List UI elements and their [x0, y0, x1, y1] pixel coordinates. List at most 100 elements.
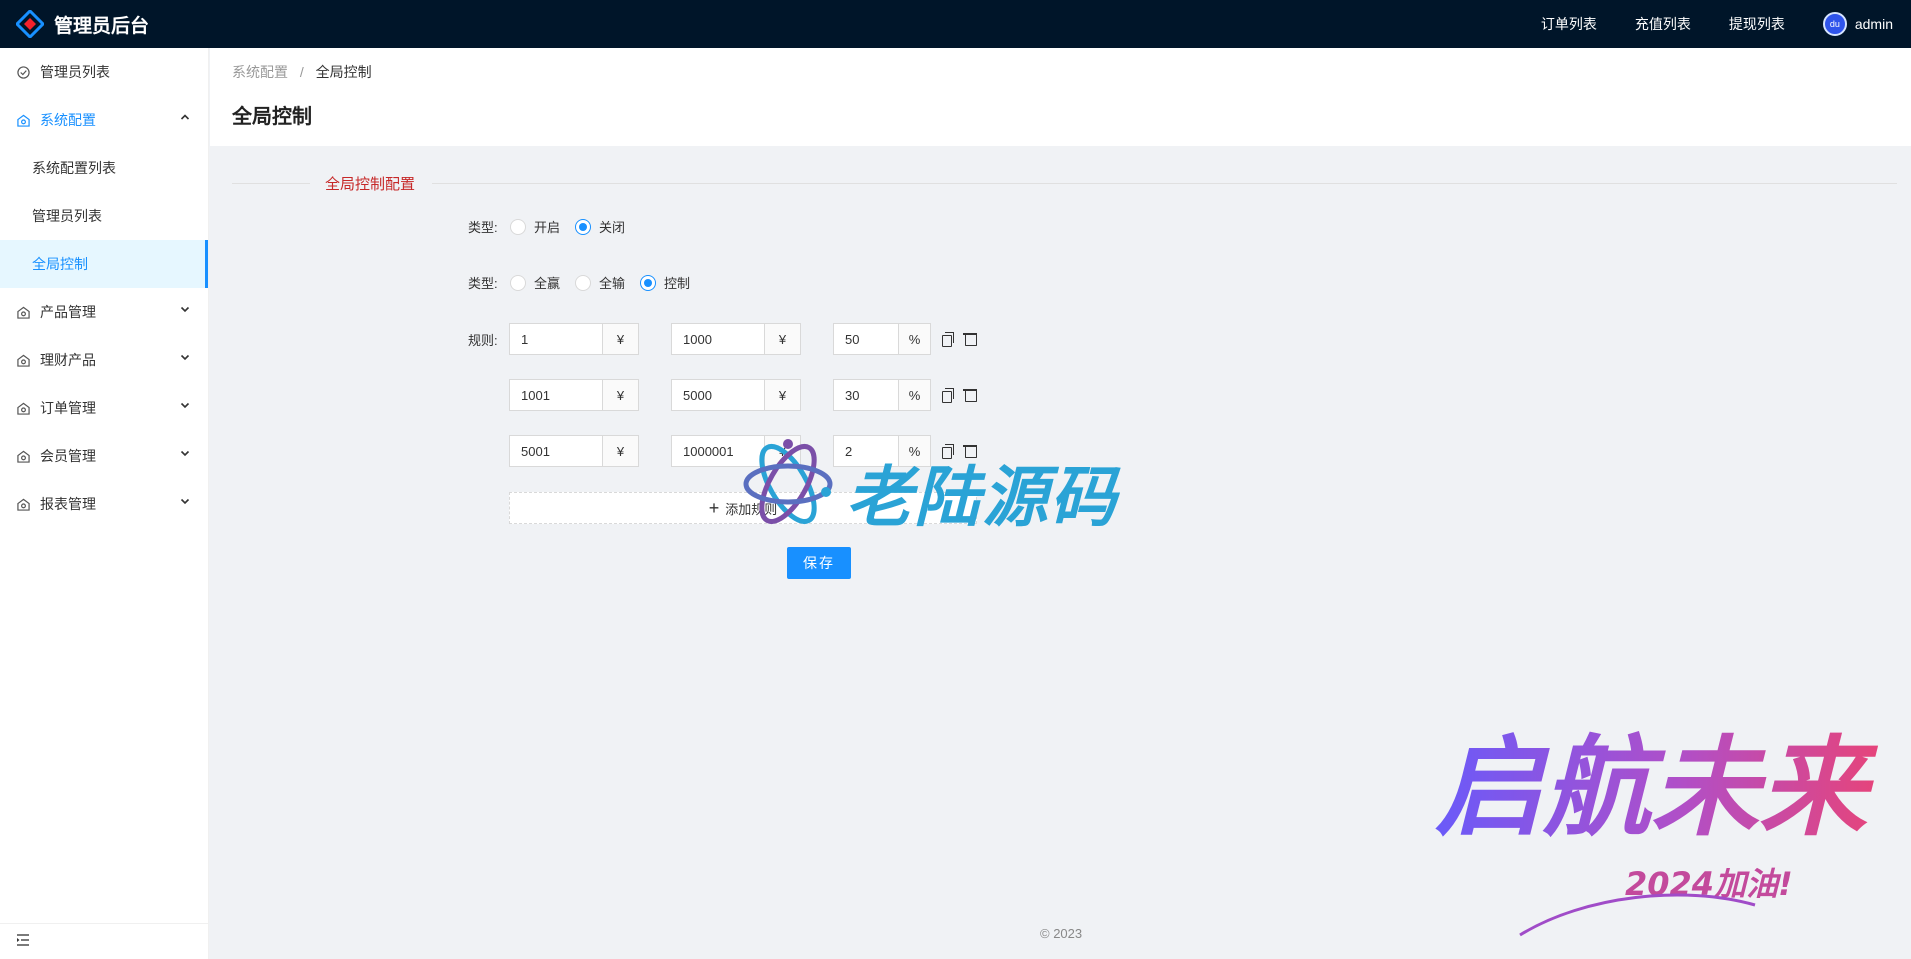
radio-label: 全输: [599, 276, 626, 291]
home-icon: [16, 353, 30, 367]
form-label: 规则:: [468, 333, 498, 348]
sidebar-item-label: 订单管理: [40, 400, 96, 416]
watermark: 老陆源码: [738, 434, 1178, 536]
form-label: 类型:: [468, 220, 498, 235]
sidebar-item-label: 理财产品: [40, 352, 96, 368]
radio-circle: [575, 218, 592, 235]
decoration-main-text: 启航未来: [1435, 725, 1879, 851]
copy-icon[interactable]: [941, 388, 955, 403]
radio-all-win[interactable]: 全赢: [510, 273, 560, 292]
sidebar-item-label: 管理员列表: [40, 64, 110, 80]
section-title: 全局控制配置: [325, 176, 416, 193]
chevron-down-icon: [180, 304, 190, 317]
min-amount-input[interactable]: [510, 324, 602, 354]
min-amount-field[interactable]: ¥: [509, 435, 639, 467]
top-header: 管理员后台 订单列表 充值列表 提现列表 du admin: [0, 0, 1911, 48]
rules-label-row: 规则:: [468, 330, 510, 349]
chevron-down-icon: [180, 496, 190, 509]
app-title: 管理员后台: [54, 15, 150, 37]
radio-control[interactable]: 控制: [640, 273, 690, 292]
radio-label: 控制: [664, 276, 691, 291]
rate-input[interactable]: [834, 324, 898, 354]
currency-addon: ¥: [764, 380, 800, 410]
check-circle-icon: [16, 65, 30, 79]
radio-circle: [510, 218, 526, 235]
sidebar-item-orders[interactable]: 订单管理: [0, 384, 208, 432]
sidebar-subitem-config-list[interactable]: 系统配置列表: [0, 144, 208, 192]
breadcrumb-separator: /: [299, 64, 304, 80]
nav-order-list[interactable]: 订单列表: [1541, 14, 1597, 34]
sidebar-item-label: 系统配置: [40, 112, 96, 128]
save-button[interactable]: 保存: [787, 547, 851, 579]
radio-circle: [575, 274, 592, 291]
max-amount-input[interactable]: [672, 324, 764, 354]
watermark-text: 老陆源码: [846, 459, 1118, 536]
home-icon: [16, 305, 30, 319]
nav-withdraw-list[interactable]: 提现列表: [1729, 14, 1785, 34]
footer-copyright: © 2023: [1040, 926, 1083, 941]
top-nav: 订单列表 充值列表 提现列表 du admin: [1541, 0, 1911, 48]
radio-label: 关闭: [599, 220, 626, 235]
rate-input[interactable]: [834, 380, 898, 410]
mode-row: 类型: 全赢 全输 控制: [468, 273, 705, 292]
delete-icon[interactable]: [963, 388, 977, 402]
sidebar-item-admin-list[interactable]: 管理员列表: [0, 48, 208, 96]
radio-on[interactable]: 开启: [510, 217, 560, 236]
decorative-calligraphy: 启航未来 2024加油!: [1425, 695, 1895, 945]
rate-field[interactable]: %: [833, 323, 931, 355]
max-amount-field[interactable]: ¥: [671, 323, 801, 355]
chevron-down-icon: [180, 448, 190, 461]
rate-field[interactable]: %: [833, 379, 931, 411]
sidebar-item-reports[interactable]: 报表管理: [0, 480, 208, 528]
currency-addon: ¥: [602, 436, 638, 466]
radio-circle: [640, 274, 657, 291]
breadcrumb-parent[interactable]: 系统配置: [232, 64, 288, 80]
atom-logo-icon: [743, 439, 833, 524]
switch-row: 类型: 开启 关闭: [468, 217, 640, 236]
currency-addon: ¥: [764, 324, 800, 354]
sidebar-item-system-config[interactable]: 系统配置: [0, 96, 208, 144]
chevron-down-icon: [180, 400, 190, 413]
radio-circle: [510, 274, 526, 291]
home-icon: [16, 401, 30, 415]
form-label: 类型:: [468, 276, 498, 291]
sidebar-item-finance[interactable]: 理财产品: [0, 336, 208, 384]
radio-label: 开启: [534, 220, 561, 235]
user-name: admin: [1854, 16, 1893, 32]
sidebar-item-label: 产品管理: [40, 304, 96, 320]
min-amount-input[interactable]: [510, 436, 602, 466]
min-amount-field[interactable]: ¥: [509, 379, 639, 411]
percent-addon: %: [898, 380, 930, 410]
sidebar-item-products[interactable]: 产品管理: [0, 288, 208, 336]
sidebar-item-members[interactable]: 会员管理: [0, 432, 208, 480]
logo[interactable]: 管理员后台: [14, 8, 150, 40]
sidebar-item-label: 报表管理: [40, 496, 96, 512]
sidebar-subitem-global-control[interactable]: 全局控制: [0, 240, 208, 288]
collapse-sidebar-button[interactable]: [0, 923, 208, 959]
radio-all-lose[interactable]: 全输: [575, 273, 625, 292]
min-amount-field[interactable]: ¥: [509, 323, 639, 355]
avatar: du: [1822, 12, 1847, 36]
min-amount-input[interactable]: [510, 380, 602, 410]
sidebar-item-label: 会员管理: [40, 448, 96, 464]
chevron-up-icon: [180, 112, 190, 125]
page-title: 全局控制: [232, 106, 312, 128]
menu-fold-icon: [16, 933, 30, 950]
copy-icon[interactable]: [941, 332, 955, 347]
radio-off[interactable]: 关闭: [575, 217, 625, 236]
plus-icon: +: [708, 497, 720, 518]
currency-addon: ¥: [602, 380, 638, 410]
home-icon: [16, 449, 30, 463]
max-amount-field[interactable]: ¥: [671, 379, 801, 411]
home-icon: [16, 497, 30, 511]
breadcrumb-current: 全局控制: [315, 64, 372, 80]
logo-icon: [14, 8, 46, 40]
rule-row: ¥ ¥ %: [509, 323, 985, 355]
divider-line: [432, 183, 1897, 184]
sidebar-subitem-admin-list[interactable]: 管理员列表: [0, 192, 208, 240]
nav-recharge-list[interactable]: 充值列表: [1635, 14, 1691, 34]
user-menu[interactable]: du admin: [1822, 12, 1893, 36]
max-amount-input[interactable]: [672, 380, 764, 410]
delete-icon[interactable]: [963, 332, 977, 346]
sidebar: 管理员列表 系统配置 系统配置列表 管理员列表 全局控制 产品管理 理财产品 订…: [0, 48, 209, 959]
